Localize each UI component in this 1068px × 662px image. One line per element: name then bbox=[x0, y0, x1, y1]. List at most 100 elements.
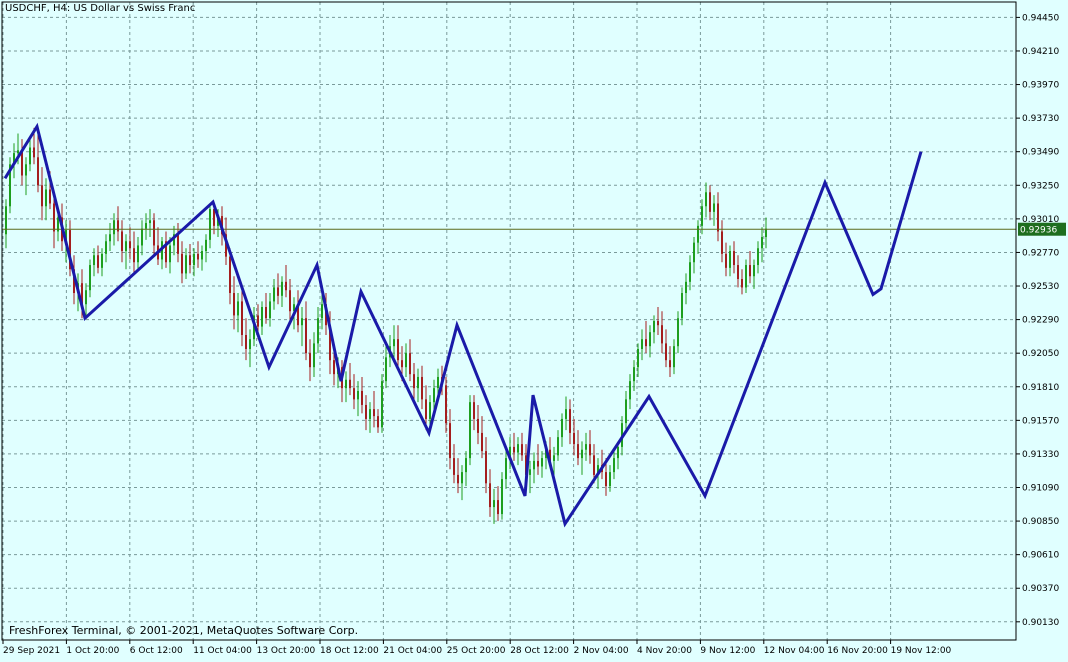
candle-body bbox=[45, 189, 47, 207]
price-tick-label: 0.93250 bbox=[1022, 181, 1059, 191]
price-tick-label: 0.93490 bbox=[1022, 148, 1059, 158]
candle-body bbox=[657, 321, 659, 326]
candle-body bbox=[301, 318, 303, 326]
candle-body bbox=[49, 189, 51, 204]
candle-body bbox=[489, 483, 491, 508]
candle-body bbox=[237, 301, 239, 316]
candle-body bbox=[401, 360, 403, 368]
zigzag-indicator-line bbox=[3, 122, 923, 528]
time-tick-label: 19 Nov 12:00 bbox=[891, 646, 952, 656]
candle-body bbox=[693, 242, 695, 263]
candle-body bbox=[629, 381, 631, 400]
candle-body bbox=[353, 388, 355, 400]
time-tick-label: 1 Oct 20:00 bbox=[66, 646, 119, 656]
candle-body bbox=[181, 253, 183, 274]
chart-frame bbox=[1, 1, 1017, 641]
candle-body bbox=[605, 472, 607, 487]
candle-body bbox=[497, 500, 499, 515]
candle-body bbox=[393, 339, 395, 347]
candle-body bbox=[269, 301, 271, 319]
candle-body bbox=[705, 192, 707, 207]
candle-body bbox=[681, 293, 683, 319]
candle-body bbox=[33, 147, 35, 158]
candle-body bbox=[585, 444, 587, 450]
candle-body bbox=[505, 458, 507, 480]
time-tick-label: 6 Oct 12:00 bbox=[130, 646, 183, 656]
price-tick-label: 0.90130 bbox=[1022, 618, 1059, 628]
candle-body bbox=[105, 241, 107, 254]
candle-body bbox=[753, 265, 755, 277]
copyright-text: FreshForex Terminal, © 2001-2021, MetaQu… bbox=[9, 624, 359, 637]
candle-body bbox=[373, 409, 375, 417]
candle-body bbox=[641, 339, 643, 349]
candle-body bbox=[717, 203, 719, 232]
candle-body bbox=[649, 332, 651, 347]
candle-body bbox=[749, 265, 751, 277]
price-axis: 0.94450 0.94210 0.93970 0.93730 0.93490 0.932… bbox=[1016, 13, 1059, 628]
candle-body bbox=[345, 379, 347, 389]
price-tick-label: 0.91570 bbox=[1022, 416, 1059, 426]
candle-body bbox=[721, 231, 723, 254]
candle-body bbox=[697, 225, 699, 243]
candle-body bbox=[701, 206, 703, 226]
time-tick-label: 28 Oct 12:00 bbox=[510, 646, 569, 656]
price-tick-label: 0.91330 bbox=[1022, 450, 1059, 460]
candle-body bbox=[733, 251, 735, 266]
candle-body bbox=[433, 388, 435, 403]
candle-body bbox=[249, 339, 251, 349]
candle-body bbox=[561, 418, 563, 438]
candle-body bbox=[565, 409, 567, 419]
candle-body bbox=[609, 472, 611, 487]
candle-body bbox=[593, 455, 595, 475]
price-tick-label: 0.94210 bbox=[1022, 47, 1059, 57]
price-tick-label: 0.92290 bbox=[1022, 316, 1059, 326]
candle-body bbox=[285, 281, 287, 291]
candle-body bbox=[37, 157, 39, 186]
time-tick-label: 29 Sep 2021 bbox=[3, 646, 60, 656]
candle-body bbox=[741, 279, 743, 288]
candle-body bbox=[189, 255, 191, 266]
candle-body bbox=[361, 390, 363, 405]
candle-body bbox=[145, 223, 147, 229]
candle-body bbox=[397, 339, 399, 361]
candle-body bbox=[365, 404, 367, 419]
candle-body bbox=[153, 220, 155, 246]
price-chart[interactable]: 0.94450 0.94210 0.93970 0.93730 0.93490 0.932… bbox=[0, 0, 1068, 662]
candle-body bbox=[449, 423, 451, 459]
candle-body bbox=[101, 253, 103, 268]
candle-body bbox=[309, 353, 311, 368]
candle-body bbox=[89, 265, 91, 291]
candle-body bbox=[577, 444, 579, 459]
candle-body bbox=[553, 455, 555, 461]
candle-body bbox=[169, 245, 171, 263]
candle-body bbox=[517, 444, 519, 453]
candle-body bbox=[745, 265, 747, 288]
candle-body bbox=[265, 307, 267, 319]
price-tick-label: 0.91810 bbox=[1022, 383, 1059, 393]
candle-body bbox=[513, 446, 515, 453]
chart-header: USDCHF, H4: US Dollar vs Swiss Franc bbox=[5, 3, 195, 14]
candle-body bbox=[541, 458, 543, 467]
candle-body bbox=[53, 203, 55, 232]
candle-body bbox=[277, 287, 279, 296]
candle-body bbox=[93, 255, 95, 266]
candle-body bbox=[537, 460, 539, 467]
time-tick-label: 9 Nov 12:00 bbox=[700, 646, 755, 656]
candle-body bbox=[193, 253, 195, 266]
candle-body bbox=[313, 343, 315, 368]
time-tick-label: 18 Oct 12:00 bbox=[320, 646, 379, 656]
candle-body bbox=[29, 147, 31, 165]
candle-body bbox=[501, 479, 503, 515]
candle-body bbox=[533, 460, 535, 470]
candle-body bbox=[457, 474, 459, 484]
candle-body bbox=[761, 237, 763, 249]
candle-body bbox=[581, 449, 583, 459]
candle-body bbox=[461, 472, 463, 484]
candle-body bbox=[417, 376, 419, 389]
candle-body bbox=[665, 343, 667, 361]
candle-body bbox=[385, 357, 387, 382]
time-axis: 29 Sep 2021 1 Oct 20:00 6 Oct 12:00 11 Oct … bbox=[2, 640, 952, 656]
candle-body bbox=[305, 318, 307, 354]
candle-body bbox=[425, 399, 427, 419]
candle-body bbox=[113, 220, 115, 235]
